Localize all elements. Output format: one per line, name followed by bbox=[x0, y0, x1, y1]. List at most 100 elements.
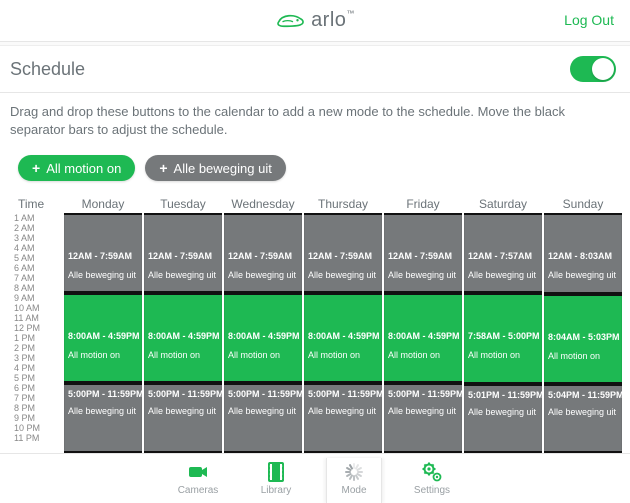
schedule-block[interactable]: 12AM - 7:59AMAlle beweging uit bbox=[304, 213, 382, 293]
nav-settings[interactable]: Settings bbox=[404, 458, 460, 503]
block-time: 8:00AM - 4:59PM bbox=[388, 331, 458, 341]
nav-label: Settings bbox=[414, 485, 450, 496]
block-time: 5:00PM - 11:59PM bbox=[228, 389, 298, 399]
mode-pill-alle-beweging-uit[interactable]: + Alle beweging uit bbox=[145, 155, 285, 181]
time-label: 8 AM bbox=[14, 283, 62, 293]
schedule-grid-wrap: Time Monday Tuesday Wednesday Thursday F… bbox=[0, 195, 630, 453]
block-mode-name: Alle beweging uit bbox=[468, 270, 538, 280]
block-time: 5:04PM - 11:59PM bbox=[548, 390, 618, 400]
separator-bar[interactable] bbox=[464, 293, 542, 295]
day-header: Thursday bbox=[304, 197, 382, 211]
block-time: 12AM - 7:59AM bbox=[68, 251, 138, 261]
block-time: 8:00AM - 4:59PM bbox=[228, 331, 298, 341]
schedule-toggle[interactable] bbox=[570, 56, 616, 82]
schedule-block[interactable]: 5:00PM - 11:59PMAlle beweging uit bbox=[144, 383, 222, 453]
schedule-block[interactable]: 5:00PM - 11:59PMAlle beweging uit bbox=[64, 383, 142, 453]
time-label: 9 AM bbox=[14, 293, 62, 303]
separator-bar[interactable] bbox=[144, 383, 222, 385]
block-mode-name: Alle beweging uit bbox=[548, 270, 618, 280]
block-mode-name: All motion on bbox=[548, 351, 618, 361]
separator-bar[interactable] bbox=[304, 213, 382, 215]
nav-label: Cameras bbox=[178, 485, 219, 496]
schedule-block[interactable]: 7:58AM - 5:00PMAll motion on bbox=[464, 293, 542, 384]
separator-bar[interactable] bbox=[64, 383, 142, 385]
day-column[interactable]: 12AM - 7:59AMAlle beweging uit8:00AM - 4… bbox=[144, 213, 222, 453]
schedule-block[interactable]: 8:00AM - 4:59PMAll motion on bbox=[304, 293, 382, 383]
separator-bar[interactable] bbox=[64, 293, 142, 295]
separator-bar[interactable] bbox=[144, 293, 222, 295]
time-label: 7 PM bbox=[14, 393, 62, 403]
block-mode-name: All motion on bbox=[148, 350, 218, 360]
block-time: 12AM - 7:59AM bbox=[388, 251, 458, 261]
schedule-block[interactable]: 5:00PM - 11:59PMAlle beweging uit bbox=[384, 383, 462, 453]
separator-bar[interactable] bbox=[464, 384, 542, 386]
block-time: 8:04AM - 5:03PM bbox=[548, 332, 618, 342]
schedule-block[interactable]: 8:00AM - 4:59PMAll motion on bbox=[144, 293, 222, 383]
block-time: 12AM - 7:59AM bbox=[148, 251, 218, 261]
day-header: Tuesday bbox=[144, 197, 222, 211]
schedule-block[interactable]: 8:00AM - 4:59PM All motion on bbox=[384, 293, 462, 383]
schedule-block[interactable]: 12AM - 7:57AMAlle beweging uit bbox=[464, 213, 542, 293]
mode-pill-all-motion-on[interactable]: + All motion on bbox=[18, 155, 135, 181]
schedule-block[interactable]: 12AM - 8:03AMAlle beweging uit bbox=[544, 213, 622, 294]
separator-bar[interactable] bbox=[224, 213, 302, 215]
separator-bar[interactable] bbox=[544, 384, 622, 386]
time-label: 11 AM bbox=[14, 313, 62, 323]
nav-library[interactable]: Library bbox=[248, 458, 304, 503]
time-axis: 1 AM2 AM3 AM4 AM5 AM6 AM7 AM8 AM9 AM10 A… bbox=[14, 213, 62, 453]
film-icon bbox=[264, 460, 288, 484]
separator-bar[interactable] bbox=[144, 213, 222, 215]
block-mode-name: Alle beweging uit bbox=[388, 270, 458, 280]
brand-name: arlo™ bbox=[311, 9, 355, 32]
schedule-block[interactable]: 12AM - 7:59AM Alle beweging uit bbox=[224, 213, 302, 293]
schedule-block[interactable]: 5:00PM - 11:59PM Alle beweging uit bbox=[224, 383, 302, 453]
schedule-block[interactable]: 5:04PM - 11:59PMAlle beweging uit bbox=[544, 384, 622, 453]
day-header: Friday bbox=[384, 197, 462, 211]
day-column[interactable]: 12AM - 7:59AMAlle beweging uit8:00AM - 4… bbox=[304, 213, 382, 453]
time-label: 2 PM bbox=[14, 343, 62, 353]
separator-bar[interactable] bbox=[384, 293, 462, 295]
day-column[interactable]: 12AM - 7:57AMAlle beweging uit7:58AM - 5… bbox=[464, 213, 542, 453]
schedule-block[interactable]: 5:00PM - 11:59PMAlle beweging uit bbox=[304, 383, 382, 453]
schedule-block[interactable]: 8:04AM - 5:03PM All motion on bbox=[544, 294, 622, 384]
day-column[interactable]: 12AM - 7:59AM Alle beweging uit 8:00AM - 4… bbox=[384, 213, 462, 453]
day-column[interactable]: 12AM - 8:03AMAlle beweging uit8:04AM - 5… bbox=[544, 213, 622, 453]
separator-bar[interactable] bbox=[64, 213, 142, 215]
block-mode-name: Alle beweging uit bbox=[388, 406, 458, 416]
block-time: 8:00AM - 4:59PM bbox=[308, 331, 378, 341]
separator-bar[interactable] bbox=[544, 294, 622, 296]
day-header: Sunday bbox=[544, 197, 622, 211]
time-label: 6 PM bbox=[14, 383, 62, 393]
schedule-block[interactable]: 5:01PM - 11:59PMAlle beweging uit bbox=[464, 384, 542, 454]
separator-bar[interactable] bbox=[384, 213, 462, 215]
separator-bar[interactable] bbox=[224, 383, 302, 385]
block-time: 12AM - 7:59AM bbox=[228, 251, 298, 261]
logout-link[interactable]: Log Out bbox=[564, 12, 614, 28]
block-mode-name: Alle beweging uit bbox=[228, 270, 298, 280]
separator-bar[interactable] bbox=[384, 383, 462, 385]
time-label: 11 PM bbox=[14, 433, 62, 443]
schedule-grid[interactable]: 1 AM2 AM3 AM4 AM5 AM6 AM7 AM8 AM9 AM10 A… bbox=[14, 213, 622, 453]
separator-bar[interactable] bbox=[224, 293, 302, 295]
time-label: 9 PM bbox=[14, 413, 62, 423]
time-label: 3 PM bbox=[14, 353, 62, 363]
block-mode-name: Alle beweging uit bbox=[68, 270, 138, 280]
time-label: 4 AM bbox=[14, 243, 62, 253]
day-column[interactable]: 12AM - 7:59AM Alle beweging uit 8:00AM - 4… bbox=[224, 213, 302, 453]
separator-bar[interactable] bbox=[464, 213, 542, 215]
schedule-block[interactable]: 12AM - 7:59AMAlle beweging uit bbox=[144, 213, 222, 293]
separator-bar[interactable] bbox=[304, 383, 382, 385]
day-column[interactable]: 12AM - 7:59AM Alle beweging uit 8:00AM - 4… bbox=[64, 213, 142, 453]
schedule-block[interactable]: 8:00AM - 4:59PMAll motion on bbox=[224, 293, 302, 383]
nav-mode[interactable]: Mode bbox=[326, 458, 382, 503]
mode-pill-label: Alle beweging uit bbox=[174, 161, 272, 176]
separator-bar[interactable] bbox=[304, 293, 382, 295]
schedule-block[interactable]: 12AM - 7:59AM Alle beweging uit bbox=[64, 213, 142, 293]
gear-icon bbox=[420, 460, 444, 484]
schedule-block[interactable]: 12AM - 7:59AM Alle beweging uit bbox=[384, 213, 462, 293]
nav-cameras[interactable]: Cameras bbox=[170, 458, 226, 503]
block-mode-name: Alle beweging uit bbox=[228, 406, 298, 416]
separator-bar[interactable] bbox=[544, 213, 622, 215]
schedule-block[interactable]: 8:00AM - 4:59PMAll motion on bbox=[64, 293, 142, 383]
block-mode-name: All motion on bbox=[388, 350, 458, 360]
